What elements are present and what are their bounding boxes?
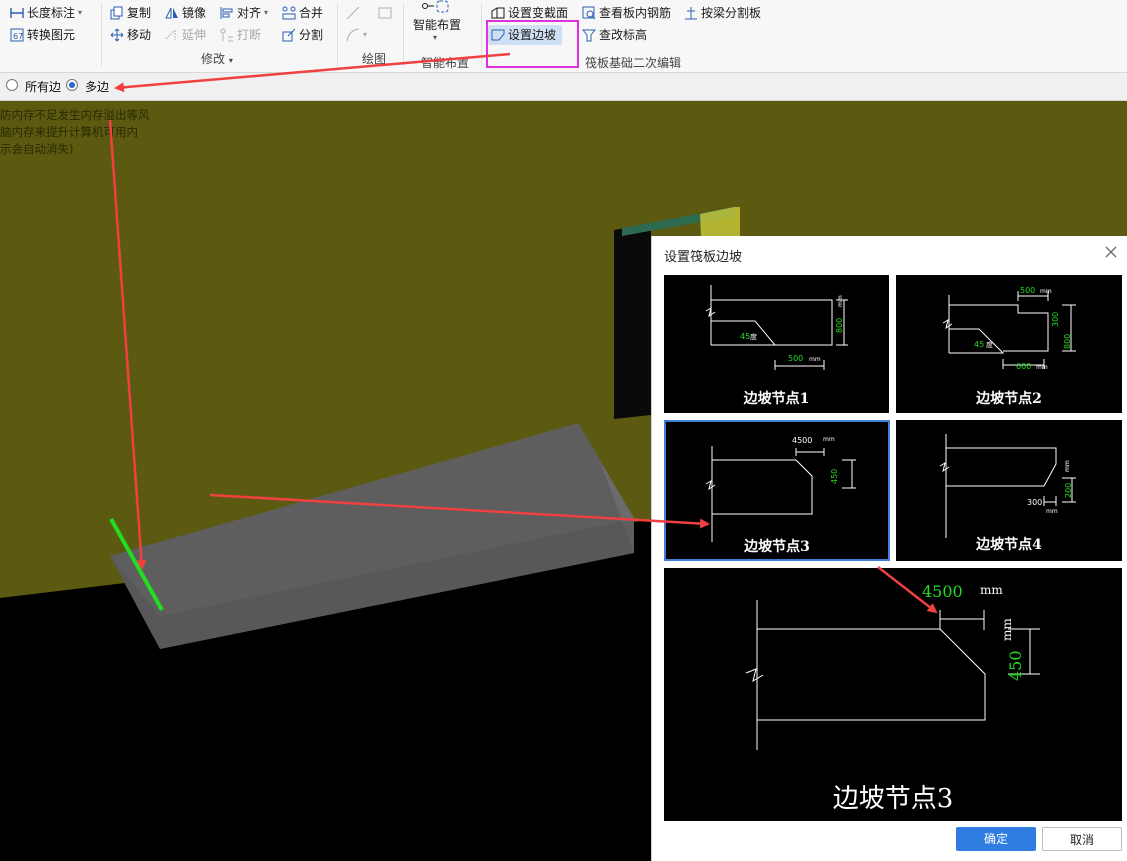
split-by-beam-button[interactable]: 按梁分割板	[684, 3, 761, 23]
arc-draw-button[interactable]: ▾	[346, 25, 367, 45]
svg-text:450: 450	[830, 469, 839, 484]
svg-text:mm: mm	[1000, 618, 1014, 641]
line-icon	[346, 6, 360, 20]
svg-text:45: 45	[740, 332, 750, 341]
arc-icon	[346, 28, 360, 42]
align-icon	[220, 6, 234, 20]
merge-icon	[282, 6, 296, 20]
svg-text:mm: mm	[809, 356, 821, 363]
svg-text:mm: mm	[1036, 364, 1048, 371]
divider	[403, 4, 404, 66]
dark-opening	[614, 223, 651, 419]
multi-edges-label: 多边	[85, 80, 110, 94]
mirror-button[interactable]: 镜像	[165, 3, 206, 23]
break-icon	[220, 28, 234, 42]
chevron-down-icon: ▾	[363, 30, 368, 39]
elevation-icon	[582, 28, 596, 42]
split-button[interactable]: 分割	[282, 25, 323, 45]
set-slope-button[interactable]: 设置边坡	[488, 25, 563, 45]
line-draw-button[interactable]	[346, 3, 360, 23]
slope-node-1-label: 边坡节点1	[743, 391, 810, 407]
svg-text:600: 600	[1016, 362, 1031, 371]
group-label-draw: 绘图	[362, 52, 387, 66]
edge-option-bar: 所有边 多边	[0, 73, 1127, 101]
copy-button[interactable]: 复制	[110, 3, 151, 23]
svg-text:300: 300	[1051, 312, 1060, 327]
move-button[interactable]: 移动	[110, 25, 151, 45]
smart-place-icon	[421, 0, 453, 16]
svg-text:mm: mm	[1040, 288, 1052, 295]
rectangle-icon	[378, 6, 392, 20]
set-section-button[interactable]: 设置变截面	[491, 3, 568, 23]
svg-text:mm: mm	[1046, 508, 1058, 515]
slope-node-preview: 4500 mm 450 mm 边坡节点3	[664, 568, 1122, 821]
group-label-raft-edit: 筏板基础二次编辑	[585, 56, 682, 70]
align-button[interactable]: 对齐 ▾	[220, 3, 268, 23]
svg-text:500: 500	[788, 354, 803, 363]
mirror-icon	[165, 6, 179, 20]
svg-text:300: 300	[1027, 498, 1042, 507]
ok-button[interactable]: 确定	[956, 827, 1036, 851]
svg-text:67: 67	[13, 32, 23, 41]
multi-edges-radio[interactable]	[66, 79, 78, 91]
chevron-down-icon: ▾	[264, 8, 269, 17]
extend-icon	[165, 28, 179, 42]
group-label-smart: 智能布置	[421, 56, 470, 70]
smart-place-button[interactable]: 智能布置	[413, 15, 461, 35]
slope-node-1-option[interactable]: 45 度 500 mm 800 mm 边坡节点1	[664, 275, 889, 413]
svg-text:450: 450	[1006, 650, 1025, 681]
svg-text:mm: mm	[837, 295, 844, 307]
svg-text:mm: mm	[980, 583, 1003, 597]
slope-node-3-label: 边坡节点3	[744, 539, 810, 555]
chevron-down-icon: ▾	[433, 33, 438, 42]
extend-button[interactable]: 延伸	[165, 25, 206, 45]
svg-text:800: 800	[1063, 334, 1072, 349]
svg-text:500: 500	[1020, 286, 1035, 295]
slope-node-2-option[interactable]: 500 mm 300 800 45 度 600 mm 边坡节点2	[896, 275, 1122, 413]
cancel-button[interactable]: 取消	[1042, 827, 1122, 851]
group-label-modify: 修改 ▾	[201, 52, 233, 66]
svg-text:度: 度	[750, 332, 757, 341]
svg-text:度: 度	[986, 340, 993, 349]
all-edges-label: 所有边	[25, 80, 62, 94]
svg-text:200: 200	[1064, 483, 1073, 498]
set-raft-slope-dialog: 设置筏板边坡 45 度 500 mm 800 mm 边坡节点1 500 mm 3…	[651, 236, 1127, 861]
svg-text:mm: mm	[823, 436, 835, 443]
convert-icon: 67	[10, 28, 24, 42]
divider	[481, 4, 482, 66]
close-icon[interactable]	[1103, 244, 1119, 260]
split-beam-icon	[684, 6, 698, 20]
all-edges-radio[interactable]	[6, 79, 18, 91]
slope-node-3-option[interactable]: 4500 mm 450 边坡节点3	[664, 420, 890, 561]
length-dim-button[interactable]: 长度标注 ▾	[10, 3, 82, 23]
change-elevation-button[interactable]: 查改标高	[582, 25, 647, 45]
divider	[337, 4, 338, 66]
dialog-title: 设置筏板边坡	[664, 250, 743, 265]
length-dim-icon	[10, 6, 24, 20]
svg-text:mm: mm	[1064, 460, 1071, 472]
preview-label: 边坡节点3	[832, 784, 954, 814]
slope-node-4-option[interactable]: mm 200 300 mm 边坡节点4	[896, 420, 1122, 561]
copy-icon	[110, 6, 124, 20]
merge-button[interactable]: 合并	[282, 3, 323, 23]
convert-element-button[interactable]: 67 转换图元	[10, 25, 75, 45]
ribbon-toolbar: 长度标注 ▾ 67 转换图元 复制 镜像 对齐 ▾ 合并 移动 延伸 打断 分割…	[0, 0, 1127, 73]
slope-node-2-label: 边坡节点2	[976, 391, 1042, 407]
split-icon	[282, 28, 296, 42]
svg-text:45: 45	[974, 340, 984, 349]
memory-warning-text: 防内存不足发生内存溢出等风 脑内存来提升计算机可用内 示会自动消失)	[0, 108, 150, 156]
svg-text:4500: 4500	[792, 436, 812, 445]
break-button[interactable]: 打断	[220, 25, 261, 45]
view-rebar-button[interactable]: 查看板内钢筋	[582, 3, 671, 23]
rect-draw-button[interactable]	[378, 3, 392, 23]
section-icon	[491, 6, 505, 20]
svg-text:4500: 4500	[922, 582, 963, 601]
slope-node-4-label: 边坡节点4	[976, 537, 1042, 553]
chevron-down-icon: ▾	[78, 8, 83, 17]
move-icon	[110, 28, 124, 42]
view-rebar-icon	[582, 6, 596, 20]
divider	[101, 4, 102, 66]
slope-icon	[491, 28, 505, 42]
svg-text:800: 800	[835, 318, 844, 333]
